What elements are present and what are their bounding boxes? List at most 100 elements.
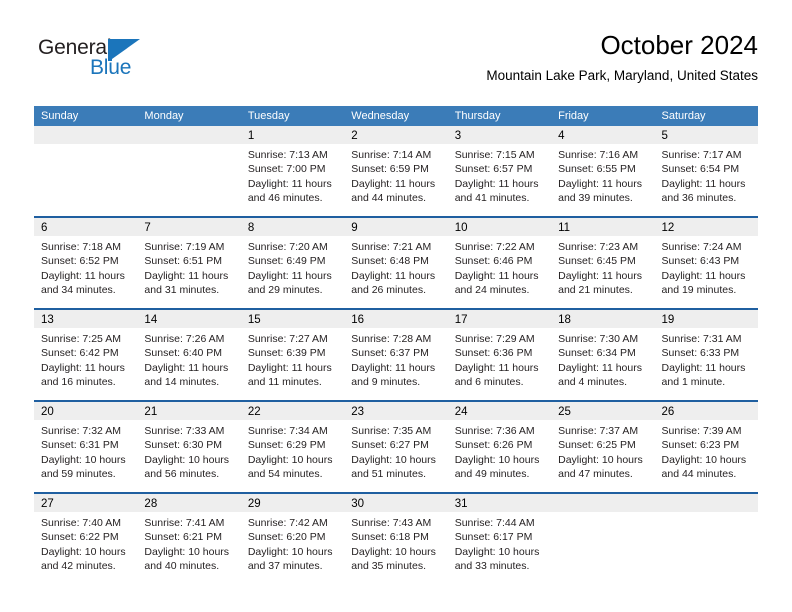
- day-cell[interactable]: 5 Sunrise: 7:17 AM Sunset: 6:54 PM Daylight…: [654, 126, 758, 216]
- day-number-strip: 23: [344, 402, 448, 420]
- day-number-strip: 6: [34, 218, 138, 236]
- day-number-strip: 5: [654, 126, 758, 144]
- day-cell[interactable]: 12 Sunrise: 7:24 AM Sunset: 6:43 PM Dayligh…: [654, 218, 758, 308]
- daylight-text-line1: Daylight: 10 hours: [41, 453, 126, 466]
- sunrise-text: Sunrise: 7:40 AM: [41, 517, 121, 529]
- daylight-text-line1: Daylight: 10 hours: [144, 453, 230, 466]
- day-number: 7: [144, 222, 151, 234]
- sunrise-text: Sunrise: 7:32 AM: [41, 425, 121, 437]
- sunrise-text: Sunrise: 7:36 AM: [454, 425, 535, 437]
- week-row: 27 Sunrise: 7:40 AM Sunset: 6:22 PM Dayligh…: [34, 492, 758, 584]
- daylight-text-line2: and 6 minutes.: [454, 376, 524, 389]
- sunrise-text: Sunrise: 7:26 AM: [144, 333, 225, 345]
- day-cell[interactable]: 26 Sunrise: 7:39 AM Sunset: 6:23 PM Dayligh…: [654, 402, 758, 492]
- daylight-text-line2: and 33 minutes.: [454, 560, 530, 573]
- day-cell[interactable]: 22 Sunrise: 7:34 AM Sunset: 6:29 PM Dayligh…: [240, 402, 345, 492]
- day-cell[interactable]: 30 Sunrise: 7:43 AM Sunset: 6:18 PM Dayligh…: [344, 494, 448, 584]
- day-cell[interactable]: 19 Sunrise: 7:31 AM Sunset: 6:33 PM Dayligh…: [654, 310, 758, 400]
- sunrise-text: Sunrise: 7:35 AM: [351, 425, 432, 437]
- day-number-strip: 10: [447, 218, 552, 236]
- daylight-text-line1: Daylight: 11 hours: [144, 361, 229, 374]
- day-cell[interactable]: 17 Sunrise: 7:29 AM Sunset: 6:36 PM Dayligh…: [447, 310, 552, 400]
- daylight-text-line1: Daylight: 11 hours: [454, 177, 539, 190]
- daylight-text-line1: Daylight: 10 hours: [247, 545, 333, 558]
- day-cell[interactable]: 21 Sunrise: 7:33 AM Sunset: 6:30 PM Dayligh…: [137, 402, 241, 492]
- daylight-text-line1: Daylight: 11 hours: [351, 361, 436, 374]
- sunrise-text: Sunrise: 7:24 AM: [661, 241, 742, 253]
- sunset-text: Sunset: 6:37 PM: [351, 347, 429, 360]
- day-cell[interactable]: 3 Sunrise: 7:15 AM Sunset: 6:57 PM Daylight…: [447, 126, 552, 216]
- day-cell[interactable]: 4 Sunrise: 7:16 AM Sunset: 6:55 PM Daylight…: [551, 126, 655, 216]
- day-cell[interactable]: 15 Sunrise: 7:27 AM Sunset: 6:39 PM Dayligh…: [240, 310, 345, 400]
- day-cell[interactable]: 10 Sunrise: 7:22 AM Sunset: 6:46 PM Dayligh…: [447, 218, 552, 308]
- day-number-strip: 22: [240, 402, 345, 420]
- day-number: 18: [558, 314, 571, 326]
- day-details: Sunrise: 7:15 AM Sunset: 6:57 PM Daylight:…: [448, 144, 551, 206]
- daylight-text-line1: Daylight: 11 hours: [558, 269, 642, 282]
- sunrise-text: Sunrise: 7:44 AM: [454, 517, 535, 529]
- day-cell[interactable]: 2 Sunrise: 7:14 AM Sunset: 6:59 PM Daylight…: [344, 126, 448, 216]
- daylight-text-line2: and 49 minutes.: [454, 468, 530, 481]
- day-number-strip: 19: [654, 310, 758, 328]
- day-details: Sunrise: 7:13 AM Sunset: 7:00 PM Daylight:…: [241, 144, 344, 206]
- day-cell[interactable]: 28 Sunrise: 7:41 AM Sunset: 6:21 PM Dayligh…: [137, 494, 241, 584]
- weekday-header-wednesday: Wednesday: [351, 110, 410, 122]
- sunrise-text: Sunrise: 7:25 AM: [41, 333, 121, 345]
- daylight-text-line1: Daylight: 11 hours: [247, 361, 332, 374]
- daylight-text-line2: and 29 minutes.: [247, 284, 323, 297]
- daylight-text-line1: Daylight: 10 hours: [247, 453, 333, 466]
- daylight-text-line2: and 39 minutes.: [558, 192, 633, 205]
- day-number-strip: 1: [240, 126, 345, 144]
- day-number-strip: [551, 494, 655, 512]
- day-cell[interactable]: 20 Sunrise: 7:32 AM Sunset: 6:31 PM Dayligh…: [34, 402, 138, 492]
- day-cell[interactable]: 31 Sunrise: 7:44 AM Sunset: 6:17 PM Dayligh…: [447, 494, 552, 584]
- day-cell[interactable]: 16 Sunrise: 7:28 AM Sunset: 6:37 PM Dayligh…: [344, 310, 448, 400]
- daylight-text-line1: Daylight: 11 hours: [41, 269, 125, 282]
- day-number-strip: 26: [654, 402, 758, 420]
- day-number: 23: [351, 406, 365, 418]
- day-cell[interactable]: 18 Sunrise: 7:30 AM Sunset: 6:34 PM Dayligh…: [551, 310, 655, 400]
- day-cell[interactable]: 29 Sunrise: 7:42 AM Sunset: 6:20 PM Dayligh…: [240, 494, 345, 584]
- day-cell[interactable]: 7 Sunrise: 7:19 AM Sunset: 6:51 PM Daylight…: [137, 218, 241, 308]
- weekday-header-thursday: Thursday: [454, 110, 501, 122]
- day-cell[interactable]: 1 Sunrise: 7:13 AM Sunset: 7:00 PM Daylight…: [240, 126, 345, 216]
- daylight-text-line1: Daylight: 10 hours: [454, 453, 540, 466]
- day-cell[interactable]: 24 Sunrise: 7:36 AM Sunset: 6:26 PM Dayligh…: [447, 402, 552, 492]
- daylight-text-line1: Daylight: 10 hours: [351, 545, 436, 558]
- daylight-text-line1: Daylight: 10 hours: [454, 545, 540, 558]
- day-cell-empty: [137, 126, 241, 216]
- sunset-text: Sunset: 6:42 PM: [41, 347, 119, 360]
- day-number: 16: [351, 314, 365, 326]
- day-cell[interactable]: 9 Sunrise: 7:21 AM Sunset: 6:48 PM Daylight…: [344, 218, 448, 308]
- day-details: Sunrise: 7:27 AM Sunset: 6:39 PM Daylight:…: [241, 328, 344, 390]
- daylight-text-line2: and 51 minutes.: [351, 468, 426, 481]
- day-cell[interactable]: 14 Sunrise: 7:26 AM Sunset: 6:40 PM Dayligh…: [137, 310, 241, 400]
- day-details: Sunrise: 7:24 AM Sunset: 6:43 PM Daylight:…: [655, 236, 758, 298]
- day-cell[interactable]: 27 Sunrise: 7:40 AM Sunset: 6:22 PM Dayligh…: [34, 494, 138, 584]
- daylight-text-line2: and 11 minutes.: [247, 376, 322, 389]
- daylight-text-line1: Daylight: 11 hours: [661, 177, 746, 190]
- sunset-text: Sunset: 6:40 PM: [144, 347, 223, 360]
- day-details: Sunrise: 7:36 AM Sunset: 6:26 PM Daylight:…: [448, 420, 551, 482]
- sunset-text: Sunset: 6:18 PM: [351, 531, 429, 544]
- day-cell[interactable]: 25 Sunrise: 7:37 AM Sunset: 6:25 PM Dayligh…: [551, 402, 655, 492]
- sunset-text: Sunset: 6:48 PM: [351, 255, 429, 268]
- day-cell[interactable]: 11 Sunrise: 7:23 AM Sunset: 6:45 PM Dayligh…: [551, 218, 655, 308]
- day-details: Sunrise: 7:19 AM Sunset: 6:51 PM Daylight:…: [137, 236, 240, 298]
- day-cell[interactable]: 23 Sunrise: 7:35 AM Sunset: 6:27 PM Dayligh…: [344, 402, 448, 492]
- day-number: 26: [661, 406, 675, 418]
- day-number: 14: [144, 314, 158, 326]
- day-number: 3: [454, 130, 462, 142]
- day-cell[interactable]: 6 Sunrise: 7:18 AM Sunset: 6:52 PM Daylight…: [34, 218, 138, 308]
- day-number-strip: 16: [344, 310, 448, 328]
- day-cell[interactable]: 13 Sunrise: 7:25 AM Sunset: 6:42 PM Dayligh…: [34, 310, 138, 400]
- daylight-text-line1: Daylight: 11 hours: [41, 361, 125, 374]
- day-details: Sunrise: 7:28 AM Sunset: 6:37 PM Daylight:…: [344, 328, 447, 390]
- brand-logo[interactable]: General Blue: [34, 36, 194, 86]
- day-details: Sunrise: 7:23 AM Sunset: 6:45 PM Daylight:…: [551, 236, 654, 298]
- day-cell[interactable]: 8 Sunrise: 7:20 AM Sunset: 6:49 PM Daylight…: [240, 218, 345, 308]
- sunset-text: Sunset: 6:27 PM: [351, 439, 429, 452]
- day-number: 30: [351, 498, 365, 510]
- brand-name-blue: Blue: [90, 56, 132, 79]
- day-number: 4: [558, 130, 565, 142]
